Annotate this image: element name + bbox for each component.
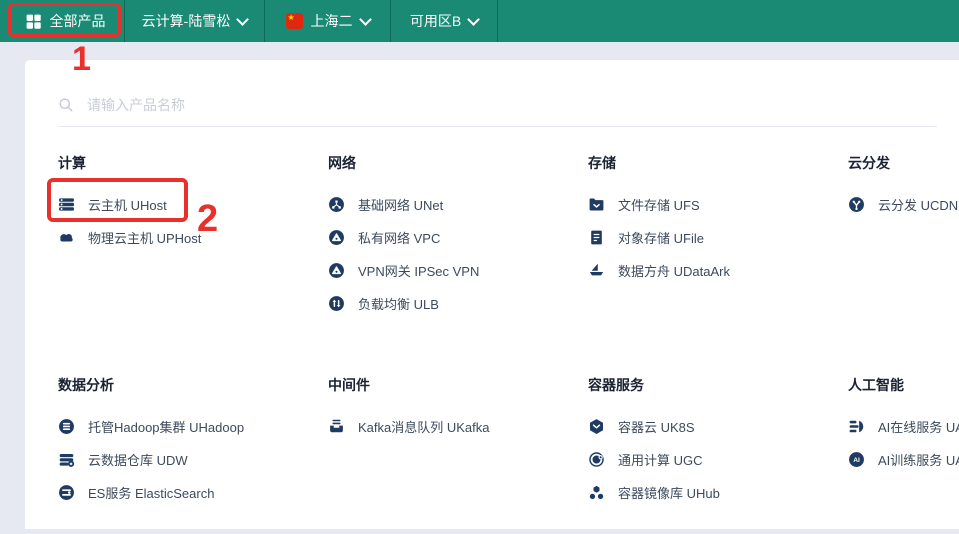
section-title: 计算 xyxy=(58,153,328,172)
product-item-label: 私有网络 VPC xyxy=(358,228,440,247)
chevron-down-icon xyxy=(467,13,480,26)
product-item-uphost[interactable]: 物理云主机 UPHost xyxy=(58,221,328,254)
product-item-udataark[interactable]: 数据方舟 UDataArk xyxy=(588,254,848,287)
product-item-uai-inference[interactable]: AI在线服务 UAI xyxy=(848,410,959,443)
branch-circle-icon xyxy=(848,196,865,213)
product-item-label: 云数据仓库 UDW xyxy=(88,450,188,469)
product-item-vpc[interactable]: 私有网络 VPC xyxy=(328,221,588,254)
section-title: 人工智能 xyxy=(848,375,959,394)
product-item-label: 对象存储 UFile xyxy=(618,228,704,247)
arrows-circle-icon xyxy=(328,295,345,312)
nav-divider xyxy=(497,0,498,42)
product-item-label: 云分发 UCDN xyxy=(878,195,958,214)
section-ai: 人工智能 AI在线服务 UAI AI AI训练服务 UAI xyxy=(848,375,959,509)
section-title: 中间件 xyxy=(328,375,588,394)
product-item-label: 负载均衡 ULB xyxy=(358,294,439,313)
ai-circle-icon: AI xyxy=(848,451,865,468)
section-computing: 计算 云主机 UHost 物理云主机 UPHost xyxy=(58,153,328,320)
product-item-label: 通用计算 UGC xyxy=(618,450,703,469)
product-item-ucdn[interactable]: 云分发 UCDN xyxy=(848,188,959,221)
section-title: 存储 xyxy=(588,153,848,172)
product-item-label: AI在线服务 UAI xyxy=(878,417,959,436)
boat-icon xyxy=(588,262,605,279)
product-item-uhub[interactable]: 容器镜像库 UHub xyxy=(588,476,848,509)
folder-icon xyxy=(588,196,605,213)
section-middleware: 中间件 Kafka消息队列 UKafka xyxy=(328,375,588,509)
section-cdn: 云分发 云分发 UCDN xyxy=(848,153,959,320)
product-item-label: AI训练服务 UAI xyxy=(878,450,959,469)
product-item-ufile[interactable]: 对象存储 UFile xyxy=(588,221,848,254)
section-title: 云分发 xyxy=(848,153,959,172)
product-item-elasticsearch[interactable]: ES服务 ElasticSearch xyxy=(58,476,328,509)
product-item-unet[interactable]: 基础网络 UNet xyxy=(328,188,588,221)
search-icon xyxy=(58,97,74,113)
product-item-label: VPN网关 IPSec VPN xyxy=(358,261,479,280)
product-item-ukafka[interactable]: Kafka消息队列 UKafka xyxy=(328,410,588,443)
tray-icon xyxy=(328,418,345,435)
product-item-uhadoop[interactable]: 托管Hadoop集群 UHadoop xyxy=(58,410,328,443)
product-search-bar[interactable] xyxy=(58,96,937,127)
product-item-ipsecvpn[interactable]: VPN网关 IPSec VPN xyxy=(328,254,588,287)
product-item-ugc[interactable]: 通用计算 UGC xyxy=(588,443,848,476)
product-item-udw[interactable]: 云数据仓库 UDW xyxy=(58,443,328,476)
product-item-uhost[interactable]: 云主机 UHost xyxy=(58,188,328,221)
product-grid-row-2: 数据分析 托管Hadoop集群 UHadoop 云数据仓库 UDW ES服务 E… xyxy=(25,375,959,509)
search-input[interactable] xyxy=(85,96,937,114)
section-title: 容器服务 xyxy=(588,375,848,394)
product-item-ufs[interactable]: 文件存储 UFS xyxy=(588,188,848,221)
svg-text:AI: AI xyxy=(853,457,860,464)
cluster-icon xyxy=(588,484,605,501)
product-item-label: 容器云 UK8S xyxy=(618,417,695,436)
account-menu[interactable]: 云计算-陆雪松 xyxy=(125,0,264,42)
product-item-label: 物理云主机 UPHost xyxy=(88,228,201,247)
account-label: 云计算-陆雪松 xyxy=(142,11,231,31)
section-title: 数据分析 xyxy=(58,375,328,394)
database-stack-icon xyxy=(58,451,75,468)
product-item-label: 云主机 UHost xyxy=(88,195,167,214)
product-item-label: 容器镜像库 UHub xyxy=(618,483,720,502)
chevron-down-icon xyxy=(359,13,372,26)
cloud-circle-icon xyxy=(328,262,345,279)
region-label: 上海二 xyxy=(311,11,353,31)
china-flag-icon: ★ xyxy=(286,13,303,29)
section-title: 网络 xyxy=(328,153,588,172)
network-circle-icon xyxy=(328,196,345,213)
product-item-label: Kafka消息队列 UKafka xyxy=(358,417,490,436)
all-products-panel: 计算 云主机 UHost 物理云主机 UPHost 网络 基础网络 UNe xyxy=(25,60,959,529)
product-item-label: 基础网络 UNet xyxy=(358,195,443,214)
product-item-label: 数据方舟 UDataArk xyxy=(618,261,730,280)
section-storage: 存储 文件存储 UFS 对象存储 UFile 数据方舟 UDataArk xyxy=(588,153,848,320)
product-item-uk8s[interactable]: 容器云 UK8S xyxy=(588,410,848,443)
top-nav-bar: 全部产品 云计算-陆雪松 ★ 上海二 可用区B xyxy=(0,0,959,42)
section-container: 容器服务 容器云 UK8S 通用计算 UGC 容器镜像库 UHub xyxy=(588,375,848,509)
product-item-ulb[interactable]: 负载均衡 ULB xyxy=(328,287,588,320)
server-stack-icon xyxy=(58,196,75,213)
cloud-circle-icon xyxy=(328,229,345,246)
all-products-button[interactable]: 全部产品 xyxy=(10,0,120,42)
cloud-icon xyxy=(58,229,75,246)
file-icon xyxy=(588,229,605,246)
product-item-label: 文件存储 UFS xyxy=(618,195,700,214)
product-item-label: 托管Hadoop集群 UHadoop xyxy=(88,417,244,436)
zone-label: 可用区B xyxy=(410,11,461,31)
database-circle-icon xyxy=(58,418,75,435)
product-grid-row-1: 计算 云主机 UHost 物理云主机 UPHost 网络 基础网络 UNe xyxy=(25,153,959,320)
product-item-uai-train[interactable]: AI AI训练服务 UAI xyxy=(848,443,959,476)
all-products-label: 全部产品 xyxy=(50,11,106,31)
product-item-label: ES服务 ElasticSearch xyxy=(88,483,214,502)
grid-icon xyxy=(25,13,42,30)
swirl-circle-icon xyxy=(588,451,605,468)
zone-menu[interactable]: 可用区B xyxy=(391,0,497,42)
elasticsearch-circle-icon xyxy=(58,484,75,501)
section-network: 网络 基础网络 UNet 私有网络 VPC VPN网关 IPSec VPN xyxy=(328,153,588,320)
ai-bars-icon xyxy=(848,418,865,435)
section-data-analytics: 数据分析 托管Hadoop集群 UHadoop 云数据仓库 UDW ES服务 E… xyxy=(58,375,328,509)
hexagon-icon xyxy=(588,418,605,435)
chevron-down-icon xyxy=(236,13,249,26)
region-menu[interactable]: ★ 上海二 xyxy=(265,0,390,42)
